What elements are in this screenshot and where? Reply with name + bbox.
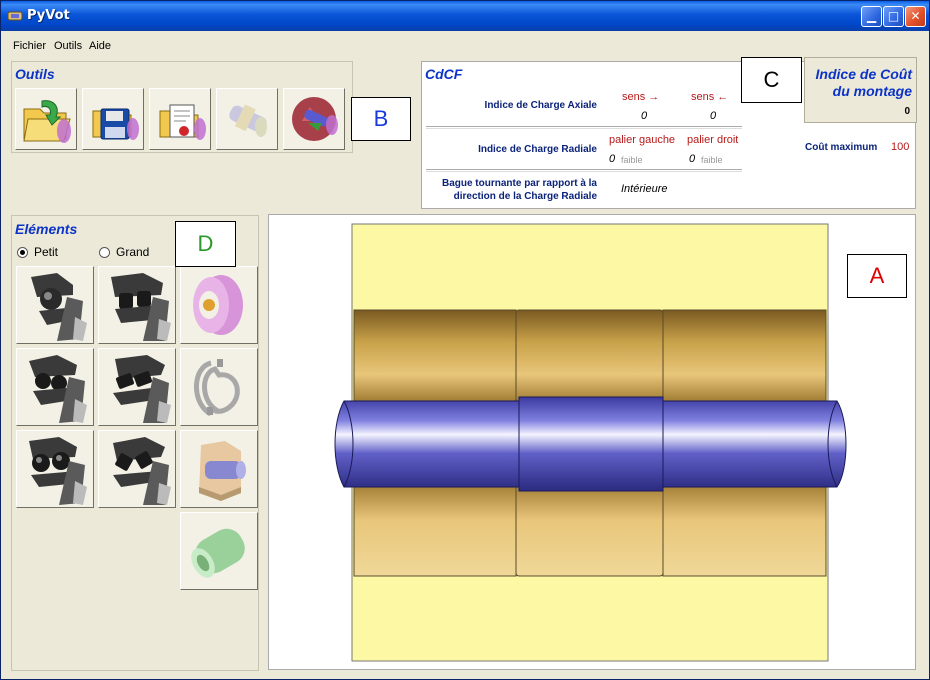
angular-bearing-icon: [29, 355, 87, 423]
pink-wheel-icon: [193, 275, 243, 335]
callout-d: D: [175, 221, 236, 267]
maximize-button[interactable]: □: [883, 6, 904, 27]
ball-bearing-seal-button[interactable]: [16, 266, 94, 344]
taper-roller-bearing-button[interactable]: [98, 430, 176, 508]
roller-bearing-icon: [113, 355, 171, 423]
radial-right-value: 0: [689, 153, 696, 165]
palier-gauche-label: palier gauche: [609, 134, 676, 146]
double-row-bearing-button[interactable]: [98, 266, 176, 344]
spacer-bottom: [515, 482, 664, 577]
circlip-button[interactable]: [180, 348, 258, 426]
callout-b: B: [351, 97, 411, 141]
spacer-top: [515, 309, 664, 403]
assembly-drawing[interactable]: [268, 214, 916, 670]
roller-bearing-button[interactable]: [98, 348, 176, 426]
shaft-nut-button[interactable]: [180, 430, 258, 508]
cost-panel: Indice de Coût du montage 0: [804, 57, 917, 123]
radial-left-value: 0: [609, 153, 616, 165]
rotating-ring-label-1: Bague tournante par rapport à la: [441, 178, 597, 189]
open-folder-icon: [23, 100, 71, 143]
bearing-left-top: [353, 309, 517, 403]
maximize-icon: □: [887, 9, 900, 23]
cost-max-value[interactable]: 100: [891, 141, 909, 153]
bearing-left-bottom: [353, 482, 517, 577]
bearing-right-bottom: [662, 482, 827, 577]
elements-panel: Eléments Petit Grand: [11, 215, 259, 671]
callout-a: A: [847, 254, 907, 298]
rotating-ring-value: Intérieure: [621, 183, 668, 195]
size-small-label[interactable]: Petit: [34, 245, 58, 259]
radial-left-level: faible: [621, 155, 643, 165]
radial-right-level: faible: [701, 155, 723, 165]
recycle-icon: [292, 97, 338, 141]
title-bar[interactable]: PyVot ▁ □ ✕: [1, 1, 929, 31]
axial-right-value: 0: [641, 110, 648, 122]
shaft: [334, 396, 847, 492]
close-button[interactable]: ✕: [905, 6, 926, 27]
window-title: PyVot: [27, 8, 70, 23]
save-disk-icon: [92, 108, 139, 140]
sleeve-icon: [191, 528, 245, 578]
callout-c: C: [741, 57, 802, 103]
tools-panel: Outils: [11, 61, 353, 153]
separator: [426, 169, 742, 172]
assembly-button[interactable]: [216, 88, 278, 150]
menu-bar: Fichier Outils Aide: [1, 31, 929, 59]
size-small-radio[interactable]: [17, 247, 28, 258]
menu-aide[interactable]: Aide: [89, 40, 111, 52]
double-ball-bearing-icon: [29, 437, 87, 505]
sens-right-label: sens →: [622, 91, 660, 103]
sleeve-button[interactable]: [180, 512, 258, 590]
cost-title-1: Indice de Coût: [815, 66, 912, 82]
sens-left-label: sens ←: [691, 91, 729, 103]
axial-load-label: Indice de Charge Axiale: [484, 100, 597, 111]
elements-title: Eléments: [15, 221, 78, 237]
minimize-icon: ▁: [866, 9, 877, 23]
double-ball-bearing-button[interactable]: [16, 430, 94, 508]
rotating-ring-label-2: direction de la Charge Radiale: [453, 191, 597, 202]
double-row-bearing-icon: [111, 273, 171, 341]
app-window: PyVot ▁ □ ✕ Fichier Outils Aide Outils B…: [0, 0, 930, 680]
menu-outils[interactable]: Outils: [54, 40, 82, 52]
circlip-icon: [194, 359, 240, 417]
size-large-label[interactable]: Grand: [116, 245, 149, 259]
tools-title: Outils: [15, 66, 55, 82]
radial-load-label: Indice de Charge Radiale: [478, 144, 597, 155]
shaft-nut-icon: [199, 441, 246, 501]
close-icon: ✕: [910, 9, 921, 23]
menu-fichier[interactable]: Fichier: [13, 40, 46, 52]
gear-wheel-button[interactable]: [180, 266, 258, 344]
minimize-button[interactable]: ▁: [861, 6, 882, 27]
save-button[interactable]: [82, 88, 144, 150]
assembly-svg: [334, 223, 847, 662]
assembly-icon: [229, 104, 267, 137]
ball-bearing-icon: [31, 273, 87, 341]
palier-droit-label: palier droit: [687, 134, 739, 146]
separator: [426, 126, 742, 129]
cost-value: 0: [904, 106, 910, 117]
cost-max-label: Coût maximum: [805, 142, 878, 153]
cost-title-2: du montage: [832, 83, 912, 99]
report-icon: [159, 104, 206, 140]
angular-bearing-button[interactable]: [16, 348, 94, 426]
size-large-radio[interactable]: [99, 247, 110, 258]
bearing-right-top: [662, 309, 827, 403]
recycle-button[interactable]: [283, 88, 345, 150]
taper-roller-bearing-icon: [113, 437, 171, 505]
report-button[interactable]: [149, 88, 211, 150]
app-icon: [7, 11, 23, 21]
axial-left-value: 0: [710, 110, 717, 122]
cdcf-title: CdCF: [425, 66, 463, 82]
open-button[interactable]: [15, 88, 77, 150]
